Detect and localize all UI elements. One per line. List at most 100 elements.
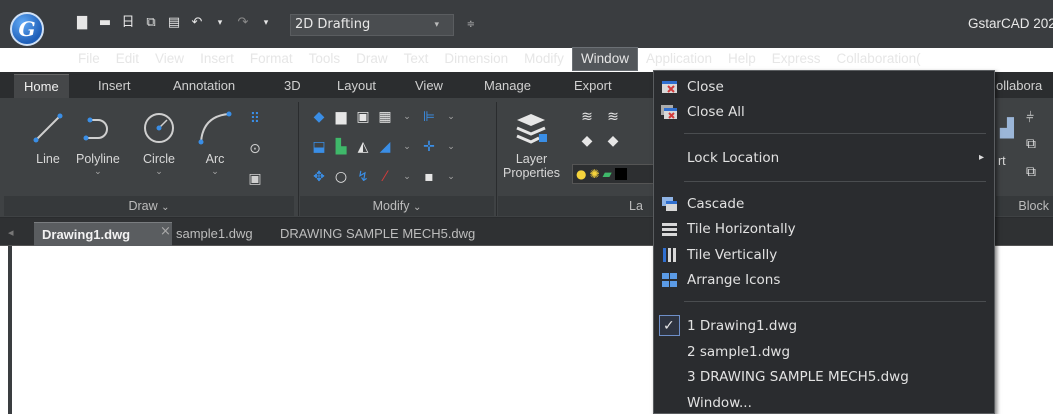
polyline-tool[interactable]: Polyline ⌄ <box>76 108 120 177</box>
menu-item-lock-location[interactable]: Lock Location ▸ <box>654 146 994 170</box>
fillet-icon[interactable]: ◢ <box>376 138 394 156</box>
menu-item-tile-horizontally[interactable]: Tile Horizontally <box>654 217 994 241</box>
copy-icon[interactable]: ▆ <box>332 108 350 126</box>
menu-item-arrange-icons[interactable]: Arrange Icons <box>654 268 994 292</box>
menu-insert[interactable]: Insert <box>192 48 242 70</box>
menu-item-more-windows[interactable]: Window... <box>654 391 994 414</box>
stretch-icon[interactable]: ▣ <box>354 108 372 126</box>
scale-icon[interactable]: ✥ <box>310 168 328 186</box>
doc-tab-sample1[interactable]: sample1.dwg <box>176 222 253 246</box>
menu-item-close[interactable]: Close <box>654 75 994 99</box>
mirror-icon[interactable]: ◭ <box>354 138 372 156</box>
menu-view[interactable]: View <box>147 48 192 70</box>
layer-state-icon[interactable]: ≋ <box>578 108 596 126</box>
menu-tools[interactable]: Tools <box>301 48 349 70</box>
window-3-label: 3 DRAWING SAMPLE MECH5.dwg <box>687 369 909 385</box>
block-panel-title[interactable]: Block <box>996 196 1053 216</box>
layer-match-icon[interactable]: ≋ <box>604 108 622 126</box>
chevron-down-icon[interactable]: ⌄ <box>398 138 416 156</box>
chevron-down-icon[interactable]: ⌄ <box>398 168 416 186</box>
menu-item-tile-vertically[interactable]: Tile Vertically <box>654 243 994 267</box>
menu-window[interactable]: Window <box>571 47 638 71</box>
layer-select[interactable]: ● ✺ ▰ <box>572 164 654 184</box>
align-icon[interactable]: ⊫ <box>420 108 438 126</box>
undo-icon[interactable]: ↶ <box>189 15 205 31</box>
rotate-icon[interactable]: ⬓ <box>310 138 328 156</box>
doc-tab-drawing1[interactable]: Drawing1.dwg <box>34 222 172 246</box>
undo-dropdown-icon[interactable]: ▾ <box>212 15 228 31</box>
close-tab-icon[interactable]: × <box>160 224 171 239</box>
chevron-down-icon[interactable]: ⌄ <box>211 166 219 177</box>
menu-item-window-1[interactable]: ✓ 1 Drawing1.dwg <box>654 314 994 338</box>
menu-draw[interactable]: Draw <box>348 48 396 70</box>
open-icon[interactable]: ▬ <box>97 15 113 31</box>
tab-insert[interactable]: Insert <box>98 74 131 98</box>
chevron-down-icon[interactable]: ⌄ <box>398 108 416 126</box>
chevron-down-icon[interactable]: ⌄ <box>155 166 163 177</box>
chevron-down-icon[interactable]: ⌄ <box>442 138 460 156</box>
layer-isolate-icon[interactable]: ◆ <box>578 132 596 150</box>
tab-export[interactable]: Export <box>574 74 612 98</box>
explode-icon[interactable]: ✛ <box>420 138 438 156</box>
array-icon[interactable]: ▦ <box>376 108 394 126</box>
layer-panel-title[interactable]: La <box>498 196 654 216</box>
hatch-icon[interactable]: ⠿ <box>246 110 264 128</box>
insert-block-icon[interactable]: ▟ <box>1000 118 1014 139</box>
tab-home[interactable]: Home <box>14 74 69 98</box>
menu-item-window-2[interactable]: 2 sample1.dwg <box>654 340 994 364</box>
join-icon[interactable]: ▪ <box>420 168 438 186</box>
chevron-down-icon[interactable]: ⌄ <box>442 108 460 126</box>
menu-help[interactable]: Help <box>720 48 764 70</box>
circle-tool[interactable]: Circle ⌄ <box>139 108 179 177</box>
doc-tab-drawing-sample-mech5[interactable]: DRAWING SAMPLE MECH5.dwg <box>280 222 475 246</box>
arc-tool[interactable]: Arc ⌄ <box>195 108 235 177</box>
menu-text[interactable]: Text <box>396 48 437 70</box>
trim-icon[interactable]: ▙ <box>332 138 350 156</box>
tab-annotation[interactable]: Annotation <box>173 74 235 98</box>
tab-3d[interactable]: 3D <box>284 74 301 98</box>
save-icon[interactable]: 日 <box>120 15 136 31</box>
rectangle-icon[interactable]: ▣ <box>246 170 264 188</box>
move-icon[interactable]: ◆ <box>310 108 328 126</box>
block-edit-icon[interactable]: ⧉ <box>1026 164 1036 180</box>
layer-properties-tool[interactable]: Layer Properties <box>503 108 560 180</box>
tab-manage[interactable]: Manage <box>484 74 531 98</box>
block-create-icon[interactable]: ⧉ <box>1026 136 1036 152</box>
menu-item-close-all[interactable]: Close All <box>654 100 994 124</box>
block-attribute-icon[interactable]: ⫩ <box>1026 110 1034 126</box>
tab-collaboration[interactable]: ollabora <box>996 74 1042 98</box>
ellipse-icon[interactable]: ⊙ <box>246 140 264 158</box>
menu-collaboration[interactable]: Collaboration( <box>829 48 929 70</box>
menu-file[interactable]: File <box>70 48 108 70</box>
app-logo[interactable]: G <box>10 12 44 46</box>
menu-edit[interactable]: Edit <box>108 48 147 70</box>
workspace-select[interactable]: 2D Drafting ▾ ≑ <box>290 14 475 36</box>
customize-qat-icon[interactable]: ≑ <box>467 15 475 35</box>
menu-express[interactable]: Express <box>764 48 829 70</box>
menu-application[interactable]: Application <box>638 48 720 70</box>
save-as-icon[interactable]: ⧉ <box>143 15 159 31</box>
menu-format[interactable]: Format <box>242 48 301 70</box>
print-icon[interactable]: ▤ <box>166 15 182 31</box>
menu-modify[interactable]: Modify <box>516 48 572 70</box>
redo-dropdown-icon[interactable]: ▾ <box>258 15 274 31</box>
modify-panel-title[interactable]: Modify ⌄ <box>300 196 494 216</box>
break-icon[interactable]: ↯ <box>354 168 372 186</box>
offset-icon[interactable]: ○ <box>332 168 350 186</box>
new-icon[interactable]: ▇ <box>74 15 90 31</box>
line-tool[interactable]: Line <box>28 108 68 166</box>
chevron-down-icon[interactable]: ⌄ <box>442 168 460 186</box>
tab-scroll-left-icon[interactable]: ◂ <box>8 226 14 239</box>
draw-panel-title[interactable]: Draw ⌄ <box>4 196 294 216</box>
menu-dimension[interactable]: Dimension <box>436 48 516 70</box>
redo-icon[interactable]: ↷ <box>235 15 251 31</box>
tab-view[interactable]: View <box>415 74 443 98</box>
menu-item-cascade[interactable]: Cascade <box>654 192 994 216</box>
menu-bar: File Edit View Insert Format Tools Draw … <box>70 47 929 71</box>
erase-icon[interactable]: ⁄ <box>376 168 394 186</box>
chevron-down-icon[interactable]: ⌄ <box>94 166 102 177</box>
tab-layout[interactable]: Layout <box>337 74 376 98</box>
layer-off-icon[interactable]: ◆ <box>604 132 622 150</box>
color-swatch <box>614 168 627 180</box>
menu-item-window-3[interactable]: 3 DRAWING SAMPLE MECH5.dwg <box>654 365 994 389</box>
